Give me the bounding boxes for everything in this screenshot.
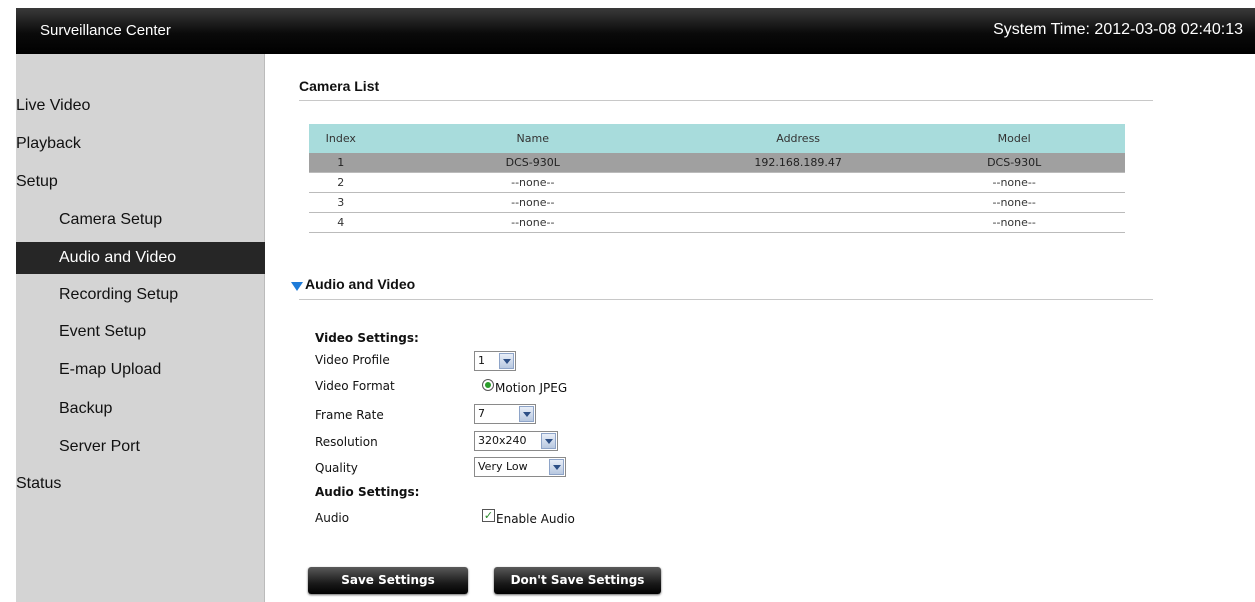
cell-address	[692, 192, 904, 213]
sidebar-item-setup[interactable]: Setup	[16, 166, 265, 198]
audio-video-title[interactable]: Audio and Video	[305, 276, 415, 292]
cell-model: --none--	[903, 212, 1125, 233]
dont-save-settings-button[interactable]: Don't Save Settings	[494, 567, 661, 594]
cell-model: --none--	[903, 192, 1125, 213]
column-header-name: Name	[372, 124, 693, 153]
sidebar-item-live-video[interactable]: Live Video	[16, 90, 265, 122]
enable-audio-label: Enable Audio	[496, 512, 575, 526]
cell-name: --none--	[372, 212, 693, 233]
cell-model: DCS-930L	[903, 153, 1125, 173]
enable-audio-checkbox[interactable]: ✓	[482, 509, 495, 522]
cell-index: 1	[309, 153, 373, 173]
sidebar-item-recording-setup[interactable]: Recording Setup	[16, 279, 265, 311]
resolution-value: 320x240	[478, 434, 527, 447]
top-margin	[0, 0, 1255, 8]
frame-rate-value: 7	[478, 407, 485, 420]
app-header: Surveillance Center System Time: 2012-03…	[16, 8, 1255, 54]
chevron-down-icon	[549, 459, 564, 475]
video-profile-select[interactable]: 1	[474, 351, 516, 371]
table-row[interactable]: 3 --none-- --none--	[309, 192, 1125, 213]
section-divider	[299, 100, 1153, 101]
column-header-model: Model	[903, 124, 1125, 153]
save-settings-button[interactable]: Save Settings	[308, 567, 468, 594]
system-time: System Time: 2012-03-08 02:40:13	[993, 21, 1243, 38]
cell-name: --none--	[372, 192, 693, 213]
column-header-index: Index	[309, 124, 373, 153]
audio-settings-heading: Audio Settings:	[315, 485, 420, 499]
cell-address: 192.168.189.47	[692, 153, 904, 173]
sidebar: Live Video Playback Setup Camera Setup A…	[16, 54, 265, 602]
cell-address	[692, 172, 904, 193]
chevron-down-icon	[499, 353, 514, 369]
quality-select[interactable]: Very Low	[474, 457, 566, 477]
quality-label: Quality	[315, 461, 358, 475]
main-content: Camera List Index Name Address Model 1 D…	[265, 54, 1255, 602]
chevron-down-icon	[519, 406, 534, 422]
chevron-down-icon	[541, 433, 556, 449]
cell-name: DCS-930L	[372, 153, 693, 173]
resolution-select[interactable]: 320x240	[474, 431, 558, 451]
sidebar-item-audio-and-video[interactable]: Audio and Video	[16, 242, 265, 274]
quality-value: Very Low	[478, 460, 528, 473]
video-settings-heading: Video Settings:	[315, 331, 419, 345]
camera-list-title: Camera List	[299, 78, 380, 94]
table-header-row: Index Name Address Model	[309, 124, 1125, 153]
cell-model: --none--	[903, 172, 1125, 193]
sidebar-item-backup[interactable]: Backup	[16, 393, 265, 425]
cell-name: --none--	[372, 172, 693, 193]
app-title: Surveillance Center	[40, 22, 171, 39]
sidebar-item-e-map-upload[interactable]: E-map Upload	[16, 354, 265, 386]
sidebar-item-event-setup[interactable]: Event Setup	[16, 316, 265, 348]
motion-jpeg-radio[interactable]	[482, 379, 494, 391]
motion-jpeg-label: Motion JPEG	[495, 381, 568, 395]
cell-index: 3	[309, 192, 373, 213]
resolution-label: Resolution	[315, 435, 378, 449]
table-row[interactable]: 4 --none-- --none--	[309, 212, 1125, 233]
triangle-down-icon[interactable]	[291, 282, 303, 291]
section-divider	[299, 299, 1153, 300]
frame-rate-label: Frame Rate	[315, 408, 384, 422]
table-row[interactable]: 2 --none-- --none--	[309, 172, 1125, 193]
video-profile-label: Video Profile	[315, 353, 390, 367]
cell-address	[692, 212, 904, 233]
table-row[interactable]: 1 DCS-930L 192.168.189.47 DCS-930L	[309, 153, 1125, 173]
camera-list-table: Index Name Address Model 1 DCS-930L 192.…	[309, 124, 1125, 233]
video-profile-value: 1	[478, 354, 485, 367]
sidebar-item-status[interactable]: Status	[16, 468, 265, 500]
column-header-address: Address	[692, 124, 904, 153]
sidebar-item-camera-setup[interactable]: Camera Setup	[16, 204, 265, 236]
sidebar-item-playback[interactable]: Playback	[16, 128, 265, 160]
frame-rate-select[interactable]: 7	[474, 404, 536, 424]
audio-label: Audio	[315, 511, 350, 525]
cell-index: 2	[309, 172, 373, 193]
cell-index: 4	[309, 212, 373, 233]
video-format-label: Video Format	[315, 379, 395, 393]
sidebar-item-server-port[interactable]: Server Port	[16, 431, 265, 463]
